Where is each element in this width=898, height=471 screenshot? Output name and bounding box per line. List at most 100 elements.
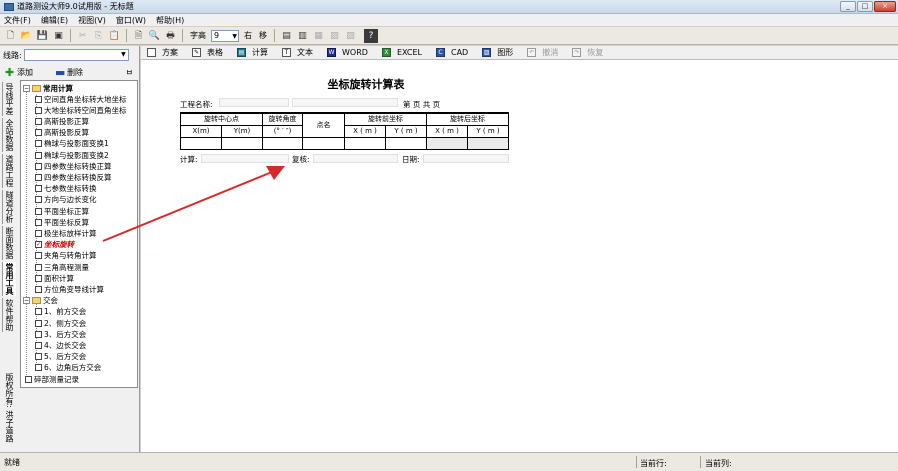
maximize-button[interactable]: □ bbox=[857, 1, 873, 12]
menu-view[interactable]: 视图(V) bbox=[78, 15, 106, 26]
tree-item[interactable]: 椭球与投影面变换2 bbox=[35, 150, 109, 160]
table-cell[interactable] bbox=[302, 136, 345, 150]
checkbox-icon[interactable] bbox=[35, 263, 42, 271]
save-all-icon[interactable]: ▣ bbox=[52, 29, 65, 42]
close-button[interactable]: × bbox=[874, 1, 896, 12]
checkbox-icon[interactable] bbox=[35, 252, 42, 260]
minimize-button[interactable]: _ bbox=[840, 1, 856, 12]
calculate-button[interactable]: ▤ 计算 bbox=[237, 47, 268, 58]
checkbox-icon[interactable] bbox=[35, 274, 42, 282]
merge-cells-icon[interactable]: ▦ bbox=[312, 29, 325, 42]
add-button[interactable]: 添加 bbox=[17, 67, 33, 78]
add-icon[interactable]: ✚ bbox=[5, 66, 17, 79]
tab-section-data[interactable]: 断面数据 bbox=[2, 226, 16, 260]
tree-item[interactable]: 七参数坐标转换 bbox=[35, 184, 97, 194]
table-cell[interactable] bbox=[262, 136, 303, 150]
tree-item[interactable]: 平面坐标反算 bbox=[35, 217, 89, 227]
table-cell[interactable] bbox=[221, 136, 263, 150]
move-button[interactable]: 移 bbox=[259, 30, 267, 41]
table-cell[interactable] bbox=[344, 136, 386, 150]
menu-file[interactable]: 文件(F) bbox=[4, 15, 31, 26]
review-by-field[interactable] bbox=[313, 154, 398, 163]
checkbox-icon[interactable]: ✓ bbox=[35, 241, 42, 249]
redo-button[interactable]: ↷ 恢复 bbox=[572, 47, 603, 58]
undo-button[interactable]: ↶ 撤消 bbox=[527, 47, 558, 58]
tab-common-tools[interactable]: 常用工具 bbox=[2, 262, 16, 296]
tab-tunnel-analysis[interactable]: 隧道分析 bbox=[2, 190, 16, 224]
delete-button[interactable]: 删除 bbox=[67, 67, 83, 78]
paste-icon[interactable]: 📋 bbox=[108, 29, 121, 42]
text-button[interactable]: T 文本 bbox=[282, 47, 313, 58]
print-icon[interactable]: 🖶 bbox=[164, 29, 177, 42]
tab-road-engineering[interactable]: 道路工程 bbox=[2, 154, 16, 188]
grid-icon[interactable]: ▨ bbox=[344, 29, 357, 42]
tree-item[interactable]: 高斯投影正算 bbox=[35, 116, 89, 126]
checkbox-icon[interactable] bbox=[35, 117, 42, 125]
new-file-icon[interactable]: 🗋 bbox=[4, 29, 17, 42]
checkbox-icon[interactable] bbox=[35, 185, 42, 193]
word-button[interactable]: W WORD bbox=[327, 48, 368, 57]
font-size-select[interactable]: 9 ▼ bbox=[211, 29, 239, 42]
tree-item[interactable]: 6、边角后方交会 bbox=[35, 363, 101, 373]
tab-software-help[interactable]: 软件帮助 bbox=[2, 298, 16, 332]
tree-item[interactable]: 大地坐标转空间直角坐标 bbox=[35, 105, 127, 115]
tree-item[interactable]: 5、后方交会 bbox=[35, 352, 86, 362]
save-icon[interactable]: 💾 bbox=[36, 29, 49, 42]
tree-item[interactable]: 2、侧方交会 bbox=[35, 318, 86, 328]
tree-item[interactable]: 面积计算 bbox=[35, 273, 74, 283]
tree-item[interactable]: 空间直角坐标转大地坐标 bbox=[35, 94, 127, 104]
checkbox-icon[interactable] bbox=[35, 308, 42, 316]
menu-window[interactable]: 窗口(W) bbox=[116, 15, 146, 26]
delete-icon[interactable]: ▬ bbox=[55, 66, 67, 79]
tree-group-intersection[interactable]: − 交会 bbox=[23, 296, 58, 306]
checkbox-icon[interactable] bbox=[35, 95, 42, 103]
checkbox-icon[interactable] bbox=[35, 353, 42, 361]
graph-button[interactable]: ▧ 图形 bbox=[482, 47, 513, 58]
checkbox-icon[interactable] bbox=[35, 330, 42, 338]
tree-item[interactable]: 夹角与转角计算 bbox=[35, 251, 97, 261]
calc-by-field[interactable] bbox=[201, 154, 289, 163]
tree-item-detail-survey[interactable]: 碎部测量记录 bbox=[25, 374, 79, 384]
cad-button[interactable]: C CAD bbox=[436, 48, 468, 57]
checkbox-icon[interactable] bbox=[35, 140, 42, 148]
tree-item[interactable]: 平面坐标正算 bbox=[35, 206, 89, 216]
checkbox-icon[interactable] bbox=[35, 173, 42, 181]
tree-group-common[interactable]: − 常用计算 bbox=[23, 83, 73, 93]
tab-total-station[interactable]: 全站数据 bbox=[2, 118, 16, 152]
menu-help[interactable]: 帮助(H) bbox=[156, 15, 184, 26]
align-right-button[interactable]: 右 bbox=[244, 30, 252, 41]
excel-button[interactable]: X EXCEL bbox=[381, 48, 422, 57]
help-icon[interactable]: ? bbox=[364, 28, 378, 43]
tree-item[interactable]: 极坐标放样计算 bbox=[35, 228, 97, 238]
table-button[interactable]: ✎ 表格 bbox=[192, 47, 223, 58]
checkbox-icon[interactable] bbox=[35, 196, 42, 204]
tree-item[interactable]: ✓ 坐标旋转 bbox=[35, 240, 74, 250]
checkbox-icon[interactable] bbox=[35, 341, 42, 349]
date-field[interactable] bbox=[423, 154, 509, 163]
tree-item[interactable]: 高斯投影反算 bbox=[35, 128, 89, 138]
tree-item[interactable]: 3、后方交会 bbox=[35, 329, 86, 339]
checkbox-icon[interactable] bbox=[35, 129, 42, 137]
tree-item[interactable]: 四参数坐标转换反算 bbox=[35, 172, 112, 182]
tree-item[interactable]: 方向与边长变化 bbox=[35, 195, 97, 205]
tree-item[interactable]: 三角高程测量 bbox=[35, 262, 89, 272]
checkbox-icon[interactable] bbox=[35, 364, 42, 372]
checkbox-icon[interactable] bbox=[35, 106, 42, 114]
collapse-icon[interactable]: − bbox=[23, 297, 30, 305]
checkbox-icon[interactable] bbox=[25, 375, 32, 383]
delete-row-icon[interactable]: ▥ bbox=[296, 29, 309, 42]
insert-row-icon[interactable]: ▤ bbox=[280, 29, 293, 42]
table-cell[interactable] bbox=[180, 136, 222, 150]
tree-item[interactable]: 四参数坐标转换正算 bbox=[35, 161, 112, 171]
cut-icon[interactable]: ✂ bbox=[76, 29, 89, 42]
checkbox-icon[interactable] bbox=[35, 229, 42, 237]
checkbox-icon[interactable] bbox=[35, 207, 42, 215]
collapse-icon[interactable]: − bbox=[23, 84, 30, 92]
tree-item[interactable]: 椭球与投影面变换1 bbox=[35, 139, 109, 149]
table-cell[interactable] bbox=[385, 136, 427, 150]
print-preview-icon[interactable]: 🔍 bbox=[148, 29, 161, 42]
tree-item[interactable]: 4、边长交会 bbox=[35, 340, 86, 350]
pin-icon[interactable]: ㅂ bbox=[126, 67, 133, 78]
checkbox-icon[interactable] bbox=[35, 218, 42, 226]
checkbox-icon[interactable] bbox=[35, 285, 42, 293]
